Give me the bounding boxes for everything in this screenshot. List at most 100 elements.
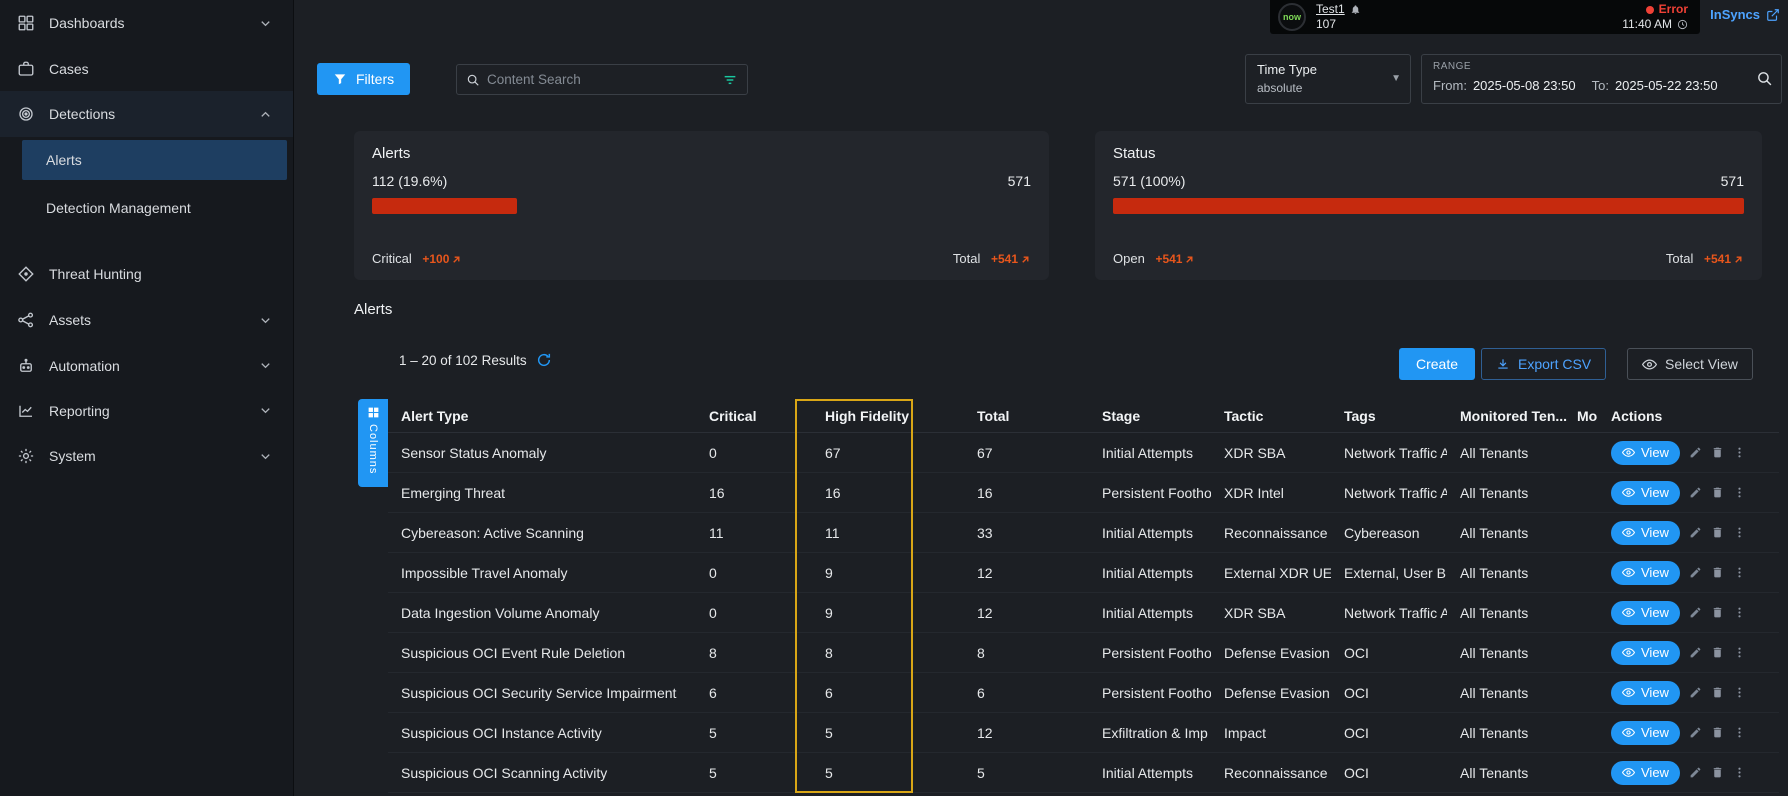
delete-icon[interactable] bbox=[1711, 646, 1724, 659]
table-row[interactable]: Sensor Status Anomaly 0 67 67 Initial At… bbox=[388, 433, 1779, 473]
header-monitored-tenants[interactable]: Monitored Ten... bbox=[1447, 408, 1569, 424]
more-options-icon[interactable] bbox=[1733, 686, 1746, 699]
delete-icon[interactable] bbox=[1711, 726, 1724, 739]
sidebar-item-alerts[interactable]: Alerts bbox=[22, 140, 287, 180]
header-critical[interactable]: Critical bbox=[696, 408, 812, 424]
more-options-icon[interactable] bbox=[1733, 646, 1746, 659]
cell-tactic: XDR SBA bbox=[1211, 605, 1331, 621]
edit-icon[interactable] bbox=[1689, 526, 1702, 539]
view-button[interactable]: View bbox=[1611, 481, 1680, 505]
range-search-icon[interactable] bbox=[1756, 70, 1773, 87]
cell-alert-type: Suspicious OCI Scanning Activity bbox=[388, 765, 696, 781]
more-options-icon[interactable] bbox=[1733, 526, 1746, 539]
cell-high-fidelity: 9 bbox=[812, 565, 964, 581]
range-from-value: 2025-05-08 23:50 bbox=[1473, 78, 1576, 93]
view-button[interactable]: View bbox=[1611, 641, 1680, 665]
view-button[interactable]: View bbox=[1611, 681, 1680, 705]
view-button[interactable]: View bbox=[1611, 561, 1680, 585]
cell-alert-type: Impossible Travel Anomaly bbox=[388, 565, 696, 581]
query-filter-icon[interactable] bbox=[722, 72, 738, 88]
delete-icon[interactable] bbox=[1711, 766, 1724, 779]
cell-high-fidelity: 6 bbox=[812, 685, 964, 701]
edit-icon[interactable] bbox=[1689, 766, 1702, 779]
more-options-icon[interactable] bbox=[1733, 486, 1746, 499]
table-row[interactable]: Cybereason: Active Scanning 11 11 33 Ini… bbox=[388, 513, 1779, 553]
sidebar-item-cases[interactable]: Cases bbox=[0, 46, 293, 91]
username-link[interactable]: Test1 bbox=[1316, 3, 1345, 16]
delete-icon[interactable] bbox=[1711, 446, 1724, 459]
table-row[interactable]: Suspicious OCI Event Rule Deletion 8 8 8… bbox=[388, 633, 1779, 673]
table-row[interactable]: Suspicious OCI Instance Activity 5 5 12 … bbox=[388, 713, 1779, 753]
view-button[interactable]: View bbox=[1611, 521, 1680, 545]
sidebar-item-reporting[interactable]: Reporting bbox=[0, 388, 293, 433]
view-button-label: View bbox=[1641, 725, 1669, 740]
sidebar-item-assets[interactable]: Assets bbox=[0, 297, 293, 343]
delete-icon[interactable] bbox=[1711, 486, 1724, 499]
view-button[interactable]: View bbox=[1611, 721, 1680, 745]
table-row[interactable]: Data Ingestion Volume Anomaly 0 9 12 Ini… bbox=[388, 593, 1779, 633]
more-options-icon[interactable] bbox=[1733, 726, 1746, 739]
select-view-button[interactable]: Select View bbox=[1627, 348, 1753, 380]
cell-high-fidelity: 8 bbox=[812, 645, 964, 661]
header-high-fidelity[interactable]: High Fidelity bbox=[812, 408, 964, 424]
refresh-icon[interactable] bbox=[536, 352, 552, 368]
progress-bar-fill bbox=[372, 198, 517, 214]
header-alert-type[interactable]: Alert Type bbox=[388, 408, 696, 424]
more-options-icon[interactable] bbox=[1733, 606, 1746, 619]
edit-icon[interactable] bbox=[1689, 726, 1702, 739]
header-total[interactable]: Total bbox=[964, 408, 1089, 424]
time-type-dropdown[interactable]: Time Type absolute ▼ bbox=[1245, 54, 1411, 104]
delete-icon[interactable] bbox=[1711, 686, 1724, 699]
sidebar-item-system[interactable]: System bbox=[0, 433, 293, 479]
search-input[interactable] bbox=[487, 72, 715, 87]
bell-icon[interactable] bbox=[1350, 4, 1361, 15]
columns-button[interactable]: Columns bbox=[358, 399, 388, 487]
error-label: Error bbox=[1659, 3, 1688, 16]
filters-button[interactable]: Filters bbox=[317, 63, 410, 95]
cell-monitored-tenants: All Tenants bbox=[1447, 685, 1569, 701]
edit-icon[interactable] bbox=[1689, 566, 1702, 579]
table-row[interactable]: Suspicious OCI Scanning Activity 5 5 5 I… bbox=[388, 753, 1779, 793]
header-stage[interactable]: Stage bbox=[1089, 408, 1211, 424]
cell-total: 12 bbox=[964, 725, 1089, 741]
edit-icon[interactable] bbox=[1689, 606, 1702, 619]
delete-icon[interactable] bbox=[1711, 606, 1724, 619]
header-mo[interactable]: Mo bbox=[1569, 408, 1598, 424]
header-tactic[interactable]: Tactic bbox=[1211, 408, 1331, 424]
cell-total: 5 bbox=[964, 765, 1089, 781]
sidebar-item-automation[interactable]: Automation bbox=[0, 343, 293, 388]
eye-icon bbox=[1622, 446, 1635, 459]
view-button[interactable]: View bbox=[1611, 441, 1680, 465]
view-button[interactable]: View bbox=[1611, 761, 1680, 785]
header-tags[interactable]: Tags bbox=[1331, 408, 1447, 424]
create-button[interactable]: Create bbox=[1399, 348, 1475, 380]
edit-icon[interactable] bbox=[1689, 446, 1702, 459]
view-button[interactable]: View bbox=[1611, 601, 1680, 625]
grid-icon bbox=[367, 406, 380, 419]
time-range-box[interactable]: RANGE From: 2025-05-08 23:50 To: 2025-05… bbox=[1421, 54, 1782, 104]
edit-icon[interactable] bbox=[1689, 686, 1702, 699]
more-options-icon[interactable] bbox=[1733, 566, 1746, 579]
table-row[interactable]: Suspicious OCI Security Service Impairme… bbox=[388, 673, 1779, 713]
reporting-icon bbox=[16, 401, 36, 421]
edit-icon[interactable] bbox=[1689, 486, 1702, 499]
cell-alert-type: Suspicious OCI Security Service Impairme… bbox=[388, 685, 696, 701]
servicenow-logo[interactable]: now bbox=[1278, 3, 1306, 31]
error-icon bbox=[1646, 6, 1654, 14]
delete-icon[interactable] bbox=[1711, 566, 1724, 579]
sidebar-item-threat-hunting[interactable]: Threat Hunting bbox=[0, 251, 293, 297]
insyncs-link[interactable]: InSyncs bbox=[1710, 7, 1780, 22]
delete-icon[interactable] bbox=[1711, 526, 1724, 539]
chevron-down-icon bbox=[258, 449, 273, 464]
table-row[interactable]: Emerging Threat 16 16 16 Persistent Foot… bbox=[388, 473, 1779, 513]
edit-icon[interactable] bbox=[1689, 646, 1702, 659]
more-options-icon[interactable] bbox=[1733, 766, 1746, 779]
sidebar-item-detections[interactable]: Detections bbox=[0, 91, 293, 137]
sidebar-item-detection-management[interactable]: Detection Management bbox=[0, 183, 293, 233]
export-csv-button[interactable]: Export CSV bbox=[1481, 348, 1606, 380]
table-row[interactable]: Impossible Travel Anomaly 0 9 12 Initial… bbox=[388, 553, 1779, 593]
eye-icon bbox=[1622, 526, 1635, 539]
more-options-icon[interactable] bbox=[1733, 446, 1746, 459]
cell-alert-type: Sensor Status Anomaly bbox=[388, 445, 696, 461]
sidebar-item-dashboards[interactable]: Dashboards bbox=[0, 0, 293, 46]
